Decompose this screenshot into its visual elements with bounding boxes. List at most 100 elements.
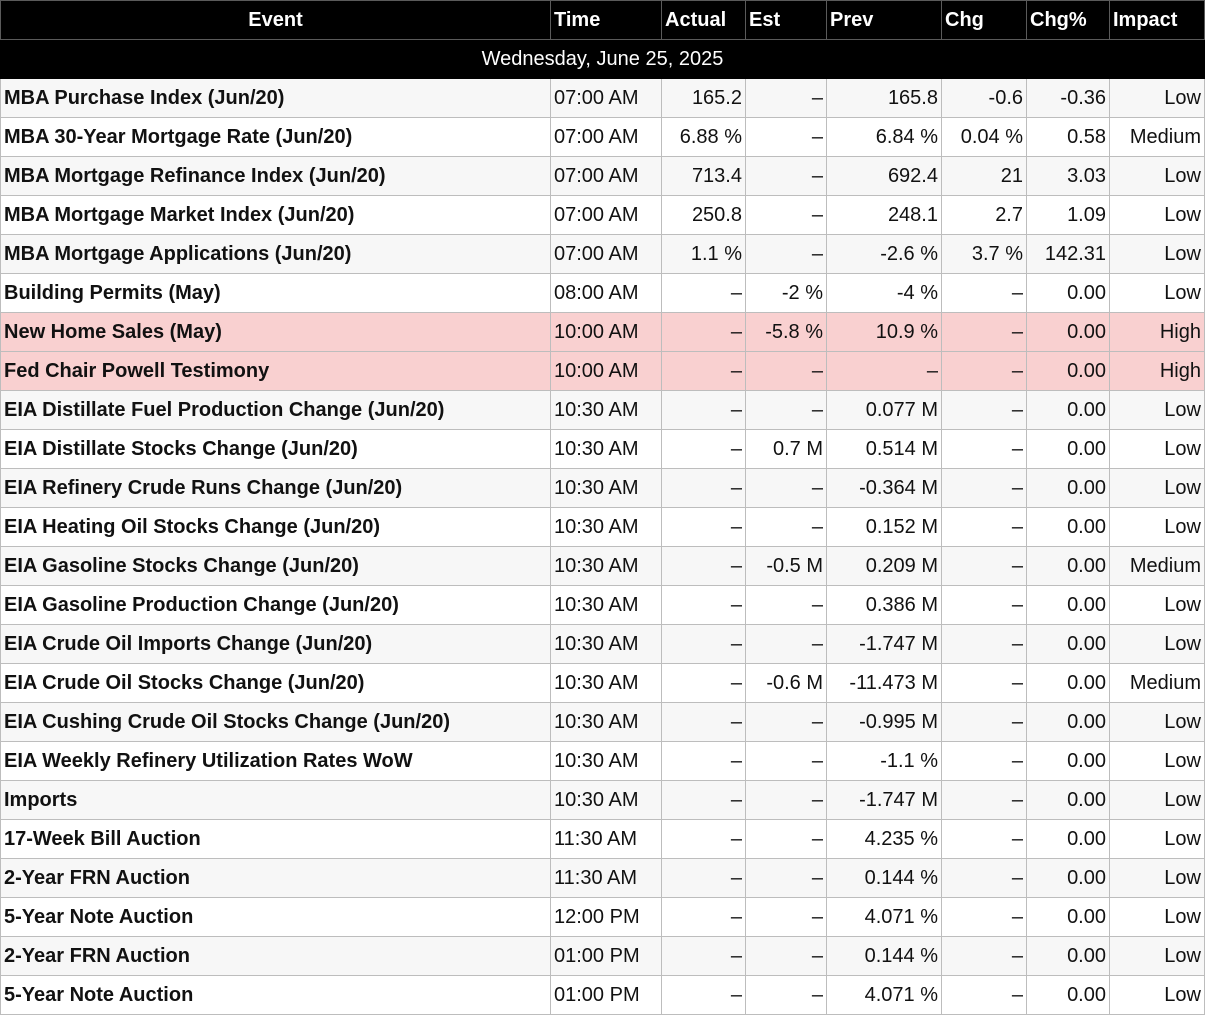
table-row[interactable]: EIA Weekly Refinery Utilization Rates Wo… bbox=[0, 741, 1205, 781]
date-label: Wednesday, June 25, 2025 bbox=[0, 39, 1205, 79]
table-row[interactable]: MBA Mortgage Applications (Jun/20) 07:00 … bbox=[0, 234, 1205, 274]
table-row[interactable]: EIA Heating Oil Stocks Change (Jun/20) 10… bbox=[0, 507, 1205, 547]
table-row[interactable]: Imports 10:30 AM – – -1.747 M –0.00 Low bbox=[0, 780, 1205, 820]
table-row[interactable]: MBA Mortgage Refinance Index (Jun/20) 07:… bbox=[0, 156, 1205, 196]
previous-value: 165.8 bbox=[826, 78, 942, 118]
event-time: 07:00 AM bbox=[550, 234, 662, 274]
estimate-value: – bbox=[745, 780, 827, 820]
table-row[interactable]: EIA Crude Oil Imports Change (Jun/20) 10:… bbox=[0, 624, 1205, 664]
header-chg[interactable]: Chg bbox=[941, 0, 1027, 40]
table-row[interactable]: Building Permits (May) 08:00 AM – -2 % -4 % –… bbox=[0, 273, 1205, 313]
actual-value: – bbox=[661, 663, 746, 703]
change-percent: 0.00 bbox=[1026, 429, 1110, 469]
actual-value: 250.8 bbox=[661, 195, 746, 235]
event-name: EIA Crude Oil Imports Change (Jun/20) bbox=[0, 624, 551, 664]
change-value: – bbox=[941, 429, 1027, 469]
table-row[interactable]: MBA 30-Year Mortgage Rate (Jun/20) 07:00 … bbox=[0, 117, 1205, 157]
previous-value: 4.235 % bbox=[826, 819, 942, 859]
header-chg-pct[interactable]: Chg% bbox=[1026, 0, 1110, 40]
previous-value: 0.077 M bbox=[826, 390, 942, 430]
actual-value: – bbox=[661, 741, 746, 781]
impact-level: Low bbox=[1109, 780, 1205, 820]
economic-calendar-table: Event Time Actual Est Prev Chg Chg% Impa… bbox=[0, 0, 1205, 1015]
actual-value: – bbox=[661, 975, 746, 1015]
estimate-value: -2 % bbox=[745, 273, 827, 313]
actual-value: – bbox=[661, 624, 746, 664]
impact-level: Low bbox=[1109, 585, 1205, 625]
event-name: 2-Year FRN Auction bbox=[0, 858, 551, 898]
event-name: MBA 30-Year Mortgage Rate (Jun/20) bbox=[0, 117, 551, 157]
table-row[interactable]: EIA Distillate Stocks Change (Jun/20) 10:… bbox=[0, 429, 1205, 469]
actual-value: – bbox=[661, 468, 746, 508]
change-value: – bbox=[941, 312, 1027, 352]
table-row[interactable]: EIA Cushing Crude Oil Stocks Change (Jun… bbox=[0, 702, 1205, 742]
event-time: 10:30 AM bbox=[550, 468, 662, 508]
impact-level: Low bbox=[1109, 858, 1205, 898]
table-row[interactable]: 5-Year Note Auction 01:00 PM – –4.071 % –0.0… bbox=[0, 975, 1205, 1015]
estimate-value: – bbox=[745, 78, 827, 118]
previous-value: 4.071 % bbox=[826, 975, 942, 1015]
change-value: – bbox=[941, 780, 1027, 820]
previous-value: 4.071 % bbox=[826, 897, 942, 937]
table-row[interactable]: EIA Refinery Crude Runs Change (Jun/20) 1… bbox=[0, 468, 1205, 508]
table-row[interactable]: MBA Purchase Index (Jun/20) 07:00 AM 165.2… bbox=[0, 78, 1205, 118]
table-row[interactable]: 2-Year FRN Auction 11:30 AM – –0.144 % –0.00… bbox=[0, 858, 1205, 898]
actual-value: 713.4 bbox=[661, 156, 746, 196]
event-time: 01:00 PM bbox=[550, 936, 662, 976]
table-row[interactable]: New Home Sales (May) 10:00 AM – -5.8 % 10.9 … bbox=[0, 312, 1205, 352]
change-percent: 0.00 bbox=[1026, 546, 1110, 586]
event-name: MBA Purchase Index (Jun/20) bbox=[0, 78, 551, 118]
event-time: 07:00 AM bbox=[550, 117, 662, 157]
table-row[interactable]: EIA Gasoline Stocks Change (Jun/20) 10:30… bbox=[0, 546, 1205, 586]
estimate-value: – bbox=[745, 936, 827, 976]
header-time[interactable]: Time bbox=[550, 0, 662, 40]
event-time: 07:00 AM bbox=[550, 195, 662, 235]
change-percent: 0.00 bbox=[1026, 897, 1110, 937]
change-value: – bbox=[941, 624, 1027, 664]
previous-value: 0.209 M bbox=[826, 546, 942, 586]
impact-level: Low bbox=[1109, 741, 1205, 781]
table-row[interactable]: Fed Chair Powell Testimony 10:00 AM – – – –0.… bbox=[0, 351, 1205, 391]
event-time: 10:30 AM bbox=[550, 741, 662, 781]
event-name: EIA Crude Oil Stocks Change (Jun/20) bbox=[0, 663, 551, 703]
header-event[interactable]: Event bbox=[0, 0, 551, 40]
actual-value: – bbox=[661, 312, 746, 352]
change-value: 21 bbox=[941, 156, 1027, 196]
change-percent: 0.00 bbox=[1026, 273, 1110, 313]
estimate-value: – bbox=[745, 858, 827, 898]
table-row[interactable]: 17-Week Bill Auction 11:30 AM – –4.235 % –0.… bbox=[0, 819, 1205, 859]
event-time: 10:30 AM bbox=[550, 585, 662, 625]
change-value: – bbox=[941, 897, 1027, 937]
event-time: 11:30 AM bbox=[550, 819, 662, 859]
event-name: New Home Sales (May) bbox=[0, 312, 551, 352]
header-prev[interactable]: Prev bbox=[826, 0, 942, 40]
estimate-value: -0.5 M bbox=[745, 546, 827, 586]
estimate-value: – bbox=[745, 234, 827, 274]
impact-level: Low bbox=[1109, 468, 1205, 508]
table-row[interactable]: MBA Mortgage Market Index (Jun/20) 07:00 … bbox=[0, 195, 1205, 235]
impact-level: High bbox=[1109, 312, 1205, 352]
impact-level: Low bbox=[1109, 624, 1205, 664]
impact-level: Low bbox=[1109, 390, 1205, 430]
header-impact[interactable]: Impact bbox=[1109, 0, 1205, 40]
change-percent: 0.00 bbox=[1026, 468, 1110, 508]
change-percent: 0.00 bbox=[1026, 351, 1110, 391]
previous-value: 10.9 % bbox=[826, 312, 942, 352]
actual-value: – bbox=[661, 351, 746, 391]
table-row[interactable]: EIA Distillate Fuel Production Change (J… bbox=[0, 390, 1205, 430]
table-row[interactable]: 5-Year Note Auction 12:00 PM – –4.071 % –0.0… bbox=[0, 897, 1205, 937]
table-row[interactable]: EIA Crude Oil Stocks Change (Jun/20) 10:3… bbox=[0, 663, 1205, 703]
header-actual[interactable]: Actual bbox=[661, 0, 746, 40]
change-percent: 0.00 bbox=[1026, 507, 1110, 547]
change-percent: 0.00 bbox=[1026, 663, 1110, 703]
table-row[interactable]: EIA Gasoline Production Change (Jun/20) 1… bbox=[0, 585, 1205, 625]
event-name: MBA Mortgage Applications (Jun/20) bbox=[0, 234, 551, 274]
impact-level: Low bbox=[1109, 975, 1205, 1015]
table-row[interactable]: 2-Year FRN Auction 01:00 PM – –0.144 % –0.00… bbox=[0, 936, 1205, 976]
change-percent: 0.00 bbox=[1026, 858, 1110, 898]
change-percent: 0.58 bbox=[1026, 117, 1110, 157]
estimate-value: – bbox=[745, 585, 827, 625]
event-time: 08:00 AM bbox=[550, 273, 662, 313]
header-est[interactable]: Est bbox=[745, 0, 827, 40]
date-row: Wednesday, June 25, 2025 bbox=[0, 39, 1205, 79]
